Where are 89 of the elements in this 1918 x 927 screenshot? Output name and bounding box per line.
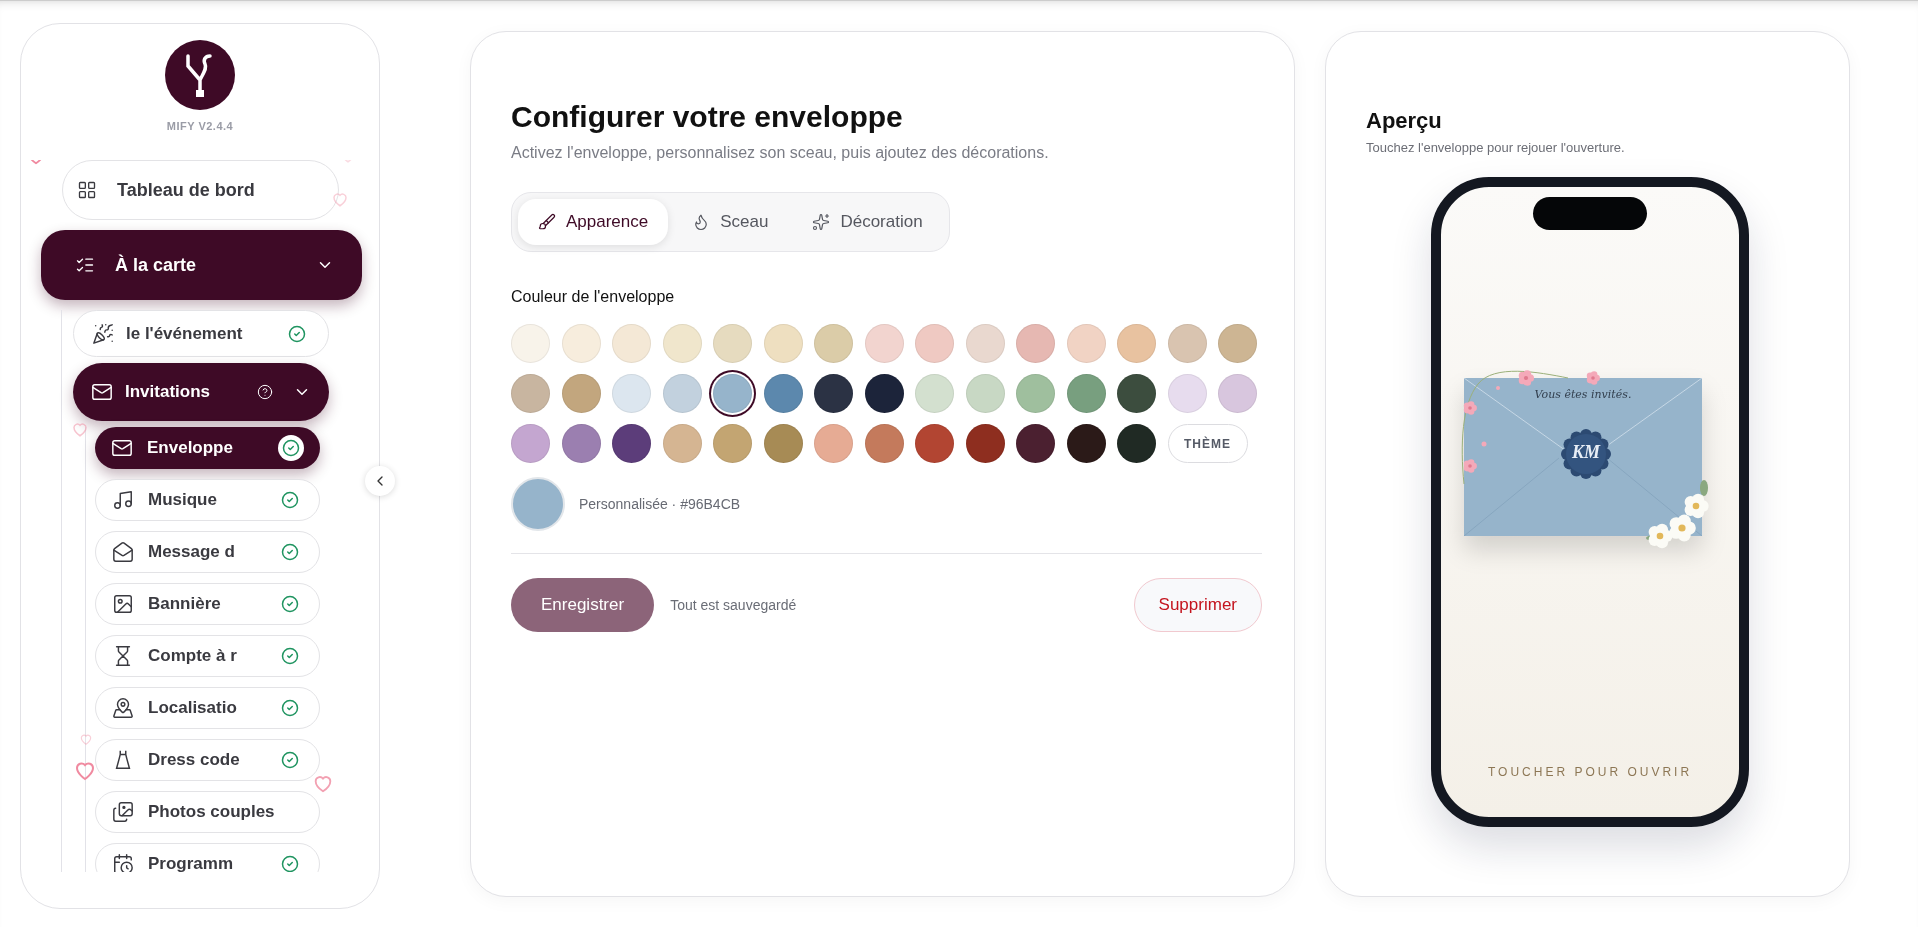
nav-item[interactable]: Compte à r <box>95 635 320 677</box>
nav-item[interactable]: Programm <box>95 843 320 872</box>
color-swatch[interactable] <box>965 424 1005 463</box>
nav-item[interactable]: Dress code <box>95 739 320 781</box>
preview-subtitle: Touchez l'enveloppe pour rejouer l'ouverture. <box>1366 140 1626 155</box>
calendar-clock-icon <box>112 853 134 872</box>
color-swatch[interactable] <box>763 374 803 413</box>
theme-button[interactable]: THÈME <box>1167 424 1248 463</box>
nav-item[interactable]: Enveloppe <box>95 427 320 469</box>
save-status: Tout est sauvegardé <box>670 597 797 613</box>
color-swatch[interactable] <box>612 424 651 463</box>
page-title: Configurer votre enveloppe <box>511 100 904 134</box>
tab[interactable]: Sceau <box>672 199 789 245</box>
color-swatch[interactable] <box>915 324 954 363</box>
music-note-icon <box>112 489 134 511</box>
color-swatch[interactable] <box>1066 374 1106 413</box>
color-swatch[interactable] <box>713 424 752 463</box>
collapse-button[interactable] <box>365 466 395 496</box>
color-swatch[interactable] <box>1167 324 1207 363</box>
color-swatch[interactable] <box>814 374 853 413</box>
nav-item[interactable]: le l'événement <box>73 310 329 357</box>
color-swatch[interactable] <box>561 324 601 363</box>
preview-title: Aperçu <box>1366 108 1443 134</box>
save-button[interactable]: Enregistrer <box>511 578 655 632</box>
color-swatch[interactable] <box>864 424 904 463</box>
color-swatch[interactable] <box>864 374 904 413</box>
color-swatch[interactable] <box>1066 324 1106 363</box>
nav-item[interactable]: Invitations <box>73 363 329 421</box>
envelope-greeting: Vous êtes invités. <box>1533 388 1633 401</box>
section-label: Couleur de l'enveloppe <box>511 288 676 306</box>
envelope[interactable]: Vous êtes invités. KM <box>1464 378 1702 536</box>
color-swatch[interactable] <box>864 324 904 363</box>
color-swatch[interactable] <box>612 374 651 413</box>
color-swatch[interactable] <box>561 424 601 463</box>
nav-item[interactable]: Photos couples <box>95 791 320 833</box>
party-popper-icon <box>92 322 114 345</box>
photos-icon <box>112 801 134 823</box>
color-swatch[interactable] <box>561 374 601 413</box>
open-envelope-icon <box>112 541 134 563</box>
delete-button[interactable]: Supprimer <box>1133 578 1262 632</box>
color-swatch[interactable] <box>662 424 702 463</box>
nav-item[interactable]: Localisatio <box>95 687 320 729</box>
color-swatch[interactable] <box>763 424 803 463</box>
seal-monogram: KM <box>1571 442 1602 463</box>
brush-icon <box>538 213 556 231</box>
color-swatch[interactable] <box>662 324 702 363</box>
nav-item[interactable]: Message d <box>95 531 320 573</box>
color-swatch[interactable] <box>763 324 803 363</box>
color-swatch[interactable] <box>1218 324 1257 363</box>
tab[interactable]: Apparence <box>518 199 669 245</box>
color-swatch[interactable] <box>713 324 752 363</box>
grid-icon <box>77 180 97 200</box>
version-label: MIFY V2.4.4 <box>166 120 234 132</box>
color-swatch[interactable] <box>511 324 550 363</box>
nav-item[interactable]: Bannière <box>95 583 320 625</box>
page-subtitle: Activez l'enveloppe, personnalisez son sceau, puis ajoutez des décorations. <box>511 144 1050 162</box>
color-swatch[interactable] <box>1016 424 1055 463</box>
sparkles-icon <box>812 213 831 231</box>
color-swatch[interactable] <box>612 324 651 363</box>
color-swatch[interactable] <box>511 374 550 413</box>
envelope-icon <box>111 437 133 459</box>
color-swatch[interactable] <box>1016 324 1055 363</box>
color-swatch[interactable] <box>1117 324 1156 363</box>
map-pin-icon <box>112 697 134 719</box>
color-swatch[interactable] <box>662 374 702 413</box>
color-swatch[interactable] <box>511 424 550 463</box>
wax-seal-icon <box>1561 429 1611 479</box>
color-swatch[interactable] <box>915 424 954 463</box>
color-swatch[interactable] <box>1016 374 1055 413</box>
color-swatch[interactable] <box>915 374 954 413</box>
envelope-icon <box>91 381 113 403</box>
color-swatch[interactable] <box>1117 374 1156 413</box>
color-swatch[interactable] <box>1218 374 1257 413</box>
color-swatch[interactable] <box>1117 424 1156 463</box>
custom-color-label: Personnalisée · #96B4CB <box>579 496 741 512</box>
color-swatch[interactable] <box>814 324 853 363</box>
nav-item[interactable]: Tableau de bord <box>62 160 339 220</box>
tab[interactable]: Décoration <box>792 199 943 245</box>
color-swatch[interactable] <box>965 374 1005 413</box>
color-swatch[interactable] <box>814 424 853 463</box>
color-swatch[interactable] <box>965 324 1005 363</box>
color-swatch[interactable] <box>1167 374 1207 413</box>
open-prompt[interactable]: TOUCHER POUR OUVRIR <box>1487 765 1693 779</box>
color-swatch[interactable] <box>1066 424 1106 463</box>
custom-color-swatch[interactable] <box>511 477 565 531</box>
nav-item[interactable]: Musique <box>95 479 320 521</box>
image-icon <box>112 593 134 615</box>
nav-item[interactable]: À la carte <box>41 230 362 300</box>
logo-icon <box>165 40 235 110</box>
